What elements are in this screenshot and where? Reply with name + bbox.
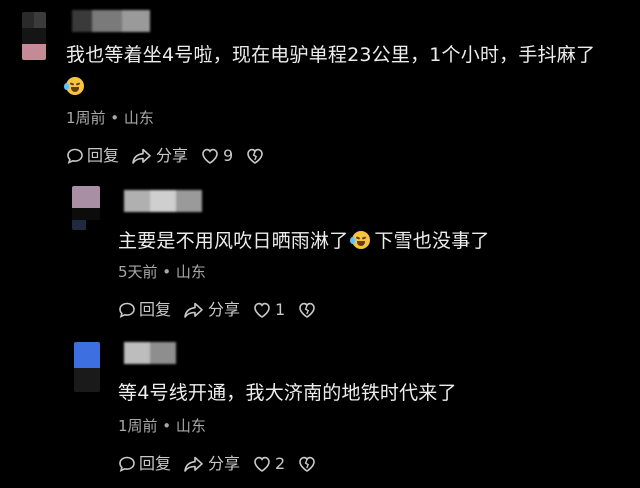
comment-text: 等4号线开通，我大济南的地铁时代来了 bbox=[118, 380, 457, 406]
reply-button[interactable]: 回复 bbox=[118, 454, 171, 474]
like-button[interactable]: 2 bbox=[252, 454, 285, 474]
share-button[interactable]: 分享 bbox=[131, 146, 188, 166]
share-arrow-icon bbox=[184, 456, 203, 472]
avatar[interactable] bbox=[72, 186, 100, 230]
comment-bubble-icon bbox=[119, 302, 135, 318]
reply-label: 回复 bbox=[139, 300, 172, 319]
comment-meta: 1周前 • 山东 bbox=[118, 417, 206, 435]
like-button[interactable]: 9 bbox=[200, 146, 233, 166]
comment-actions: 回复 分享 1 bbox=[118, 300, 332, 320]
comment-text-part: 主要是不用风吹日晒雨淋了 bbox=[118, 230, 349, 252]
comment-bubble-icon bbox=[119, 456, 135, 472]
heart-outline-icon bbox=[254, 456, 270, 472]
username-blurred[interactable] bbox=[124, 190, 202, 212]
broken-heart-icon bbox=[247, 148, 264, 164]
crying-laughing-emoji bbox=[64, 77, 84, 95]
like-count: 9 bbox=[223, 146, 234, 165]
share-label: 分享 bbox=[156, 146, 189, 165]
share-button[interactable]: 分享 bbox=[183, 300, 240, 320]
comment-text: 主要是不用风吹日晒雨淋了 下雪也没事了 bbox=[118, 228, 490, 254]
share-label: 分享 bbox=[208, 454, 241, 473]
broken-heart-icon bbox=[299, 302, 316, 318]
like-count: 1 bbox=[275, 300, 286, 319]
heart-outline-icon bbox=[202, 148, 218, 164]
broken-heart-icon bbox=[299, 456, 316, 472]
share-button[interactable]: 分享 bbox=[183, 454, 240, 474]
like-button[interactable]: 1 bbox=[252, 300, 285, 320]
avatar[interactable] bbox=[22, 12, 46, 60]
comment-actions: 回复 分享 9 bbox=[66, 146, 280, 166]
dislike-button[interactable] bbox=[297, 301, 320, 319]
username-blurred[interactable] bbox=[124, 342, 176, 364]
comment-bubble-icon bbox=[67, 148, 83, 164]
comment-actions: 回复 分享 2 bbox=[118, 454, 332, 474]
comment-meta: 1周前 • 山东 bbox=[66, 109, 154, 127]
share-arrow-icon bbox=[132, 148, 151, 164]
reply-button[interactable]: 回复 bbox=[118, 300, 171, 320]
share-arrow-icon bbox=[184, 302, 203, 318]
comment-text: 我也等着坐4号啦，现在电驴单程23公里，1个小时，手抖麻了 bbox=[66, 42, 595, 68]
avatar[interactable] bbox=[74, 342, 100, 392]
heart-outline-icon bbox=[254, 302, 270, 318]
like-count: 2 bbox=[275, 454, 286, 473]
reply-button[interactable]: 回复 bbox=[66, 146, 119, 166]
comment-emoji-line bbox=[62, 74, 88, 100]
comment-text-part-2: 下雪也没事了 bbox=[374, 230, 490, 252]
comment-text-part: 我也等着坐4号啦，现在电驴单程23公里，1个小时，手抖麻了 bbox=[66, 44, 596, 66]
dislike-button[interactable] bbox=[245, 147, 268, 165]
dislike-button[interactable] bbox=[297, 455, 320, 473]
crying-laughing-emoji bbox=[350, 231, 371, 249]
share-label: 分享 bbox=[208, 300, 241, 319]
reply-label: 回复 bbox=[139, 454, 172, 473]
comment-text-part: 等4号线开通，我大济南的地铁时代来了 bbox=[118, 382, 457, 404]
username-blurred[interactable] bbox=[72, 10, 150, 32]
reply-label: 回复 bbox=[87, 146, 120, 165]
comment-meta: 5天前 • 山东 bbox=[118, 263, 206, 281]
